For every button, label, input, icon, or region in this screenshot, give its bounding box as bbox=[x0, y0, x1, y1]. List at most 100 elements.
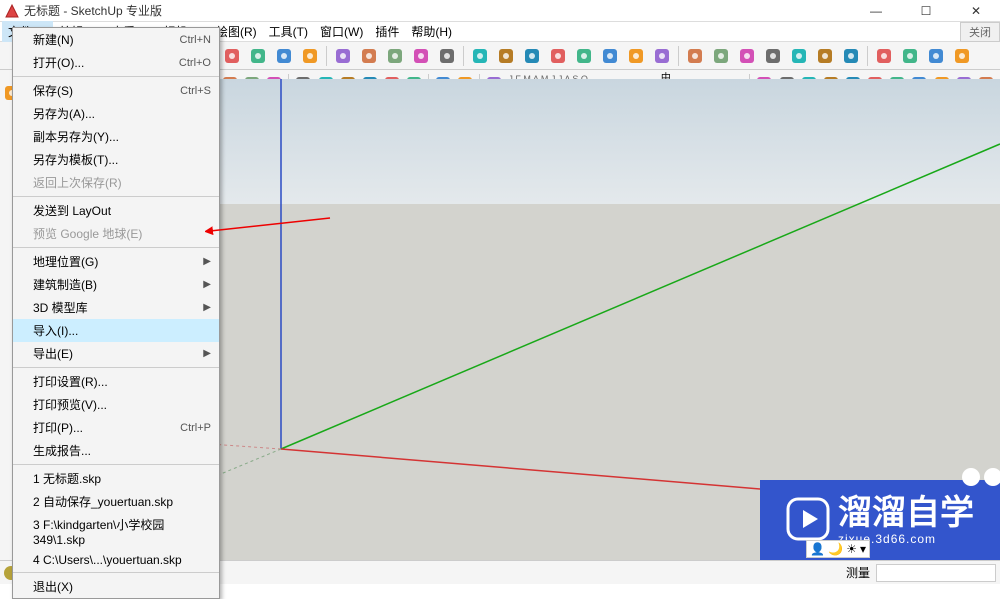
layers-icon[interactable] bbox=[813, 44, 837, 68]
file-menu-item[interactable]: 打印预览(V)... bbox=[13, 393, 219, 416]
layers2-icon[interactable] bbox=[839, 44, 863, 68]
file-menu-item[interactable]: 保存(S)Ctrl+S bbox=[13, 79, 219, 102]
redo-icon[interactable] bbox=[272, 44, 296, 68]
menu-item-label: 另存为模板(T)... bbox=[33, 151, 211, 168]
menu-item-label: 地理位置(G) bbox=[33, 253, 203, 270]
no-icon[interactable] bbox=[898, 44, 922, 68]
ruler-icon[interactable] bbox=[520, 44, 544, 68]
menu-plugins[interactable]: 插件 bbox=[369, 21, 405, 42]
file-menu-item[interactable]: 副本另存为(Y)... bbox=[13, 125, 219, 148]
file-menu-item[interactable]: 1 无标题.skp bbox=[13, 467, 219, 490]
menu-separator bbox=[13, 572, 219, 573]
menu-item-label: 退出(X) bbox=[33, 578, 211, 595]
play-icon bbox=[786, 497, 830, 544]
submenu-arrow-icon: ▶ bbox=[203, 348, 211, 359]
menu-item-label: 返回上次保存(R) bbox=[33, 174, 211, 191]
sun-icon: ☀ bbox=[846, 542, 857, 556]
globe-icon[interactable] bbox=[331, 44, 355, 68]
file-menu-item[interactable]: 地理位置(G)▶ bbox=[13, 250, 219, 273]
menu-separator bbox=[13, 76, 219, 77]
menu-window[interactable]: 窗口(W) bbox=[314, 21, 369, 42]
menu-shortcut: Ctrl+O bbox=[179, 57, 211, 69]
file-menu-item[interactable]: 建筑制造(B)▶ bbox=[13, 273, 219, 296]
home-icon[interactable] bbox=[220, 44, 244, 68]
undo-arc-icon[interactable] bbox=[298, 44, 322, 68]
file-menu-item: 预览 Google 地球(E) bbox=[13, 222, 219, 245]
gears-icon[interactable] bbox=[624, 44, 648, 68]
watermark-title: 溜溜自学 bbox=[838, 496, 974, 530]
camera-icon[interactable] bbox=[924, 44, 948, 68]
menu-item-label: 3D 模型库 bbox=[33, 299, 203, 316]
menu-item-label: 预览 Google 地球(E) bbox=[33, 225, 211, 242]
rainbow-icon[interactable] bbox=[950, 44, 974, 68]
diamond-icon[interactable] bbox=[709, 44, 733, 68]
page-icon[interactable] bbox=[435, 44, 459, 68]
refresh-icon[interactable] bbox=[246, 44, 270, 68]
minimize-button[interactable]: — bbox=[856, 0, 896, 22]
file-menu-item[interactable]: 导入(I)... bbox=[13, 319, 219, 342]
cursor-arrow-icon[interactable] bbox=[357, 44, 381, 68]
file-menu-item[interactable]: 3 F:\kindgarten\小学校园349\1.skp bbox=[13, 513, 219, 550]
moon-icon: 🌙 bbox=[828, 542, 843, 556]
pane-close-label[interactable]: 关闭 bbox=[960, 22, 1000, 42]
menu-item-label: 2 自动保存_youertuan.skp bbox=[33, 493, 211, 510]
menu-separator bbox=[13, 367, 219, 368]
file-menu-item[interactable]: 打开(O)...Ctrl+O bbox=[13, 51, 219, 74]
menu-item-label: 生成报告... bbox=[33, 442, 211, 459]
menu-item-label: 另存为(A)... bbox=[33, 105, 211, 122]
zoom-extent-icon[interactable] bbox=[409, 44, 433, 68]
file-menu-item[interactable]: 4 C:\Users\...\youertuan.skp bbox=[13, 550, 219, 570]
menu-item-label: 打印(P)... bbox=[33, 419, 180, 436]
file-menu-item: 返回上次保存(R) bbox=[13, 171, 219, 194]
watermark-banner: 溜溜自学 zixue.3d66.com bbox=[760, 480, 1000, 560]
chevron-down-icon: ▾ bbox=[860, 542, 866, 556]
file-menu-item[interactable]: 导出(E)▶ bbox=[13, 342, 219, 365]
file-menu-dropdown: 新建(N)Ctrl+N打开(O)...Ctrl+O保存(S)Ctrl+S另存为(… bbox=[12, 27, 220, 599]
file-menu-item[interactable]: 2 自动保存_youertuan.skp bbox=[13, 490, 219, 513]
file-menu-item[interactable]: 发送到 LayOut bbox=[13, 199, 219, 222]
shadow-toolbar[interactable]: 👤 🌙 ☀ ▾ bbox=[806, 540, 870, 558]
window-title: 无标题 - SketchUp 专业版 bbox=[24, 2, 856, 19]
menu-item-label: 保存(S) bbox=[33, 82, 180, 99]
menu-shortcut: Ctrl+S bbox=[180, 85, 211, 97]
file-menu-item[interactable]: 退出(X) bbox=[13, 575, 219, 598]
sphere-icon[interactable] bbox=[650, 44, 674, 68]
menu-item-label: 新建(N) bbox=[33, 31, 180, 48]
file-menu-item[interactable]: 另存为(A)... bbox=[13, 102, 219, 125]
file-menu-item[interactable]: 新建(N)Ctrl+N bbox=[13, 28, 219, 51]
globe2-icon[interactable] bbox=[761, 44, 785, 68]
maximize-button[interactable]: ☐ bbox=[906, 0, 946, 22]
submenu-arrow-icon: ▶ bbox=[203, 256, 211, 267]
menu-item-label: 打开(O)... bbox=[33, 54, 179, 71]
menu-item-label: 4 C:\Users\...\youertuan.skp bbox=[33, 553, 211, 567]
submenu-arrow-icon: ▶ bbox=[203, 302, 211, 313]
menu-tools[interactable]: 工具(T) bbox=[263, 21, 314, 42]
gear-icon[interactable] bbox=[598, 44, 622, 68]
menu-shortcut: Ctrl+P bbox=[180, 422, 211, 434]
menu-item-label: 1 无标题.skp bbox=[33, 470, 211, 487]
close-button[interactable]: ✕ bbox=[956, 0, 996, 22]
menu-separator bbox=[13, 464, 219, 465]
menu-item-label: 发送到 LayOut bbox=[33, 202, 211, 219]
file-menu-item[interactable]: 3D 模型库▶ bbox=[13, 296, 219, 319]
trash-icon[interactable] bbox=[872, 44, 896, 68]
menu-help[interactable]: 帮助(H) bbox=[405, 21, 458, 42]
menu-separator bbox=[13, 196, 219, 197]
file-menu-item[interactable]: 打印设置(R)... bbox=[13, 370, 219, 393]
menu-item-label: 副本另存为(Y)... bbox=[33, 128, 211, 145]
plant-icon[interactable] bbox=[546, 44, 570, 68]
clock-icon[interactable] bbox=[787, 44, 811, 68]
file-menu-item[interactable]: 打印(P)...Ctrl+P bbox=[13, 416, 219, 439]
file-menu-item[interactable]: 另存为模板(T)... bbox=[13, 148, 219, 171]
file-menu-item[interactable]: 生成报告... bbox=[13, 439, 219, 462]
zoom-icon[interactable] bbox=[383, 44, 407, 68]
paint-icon[interactable] bbox=[572, 44, 596, 68]
menu-item-label: 导出(E) bbox=[33, 345, 203, 362]
measure-label: 测量 bbox=[846, 564, 870, 581]
help-icon[interactable] bbox=[735, 44, 759, 68]
tag-icon[interactable] bbox=[683, 44, 707, 68]
app-icon bbox=[4, 3, 20, 19]
measurement-input[interactable] bbox=[876, 564, 996, 582]
person-icon[interactable] bbox=[494, 44, 518, 68]
page-add-icon[interactable] bbox=[468, 44, 492, 68]
